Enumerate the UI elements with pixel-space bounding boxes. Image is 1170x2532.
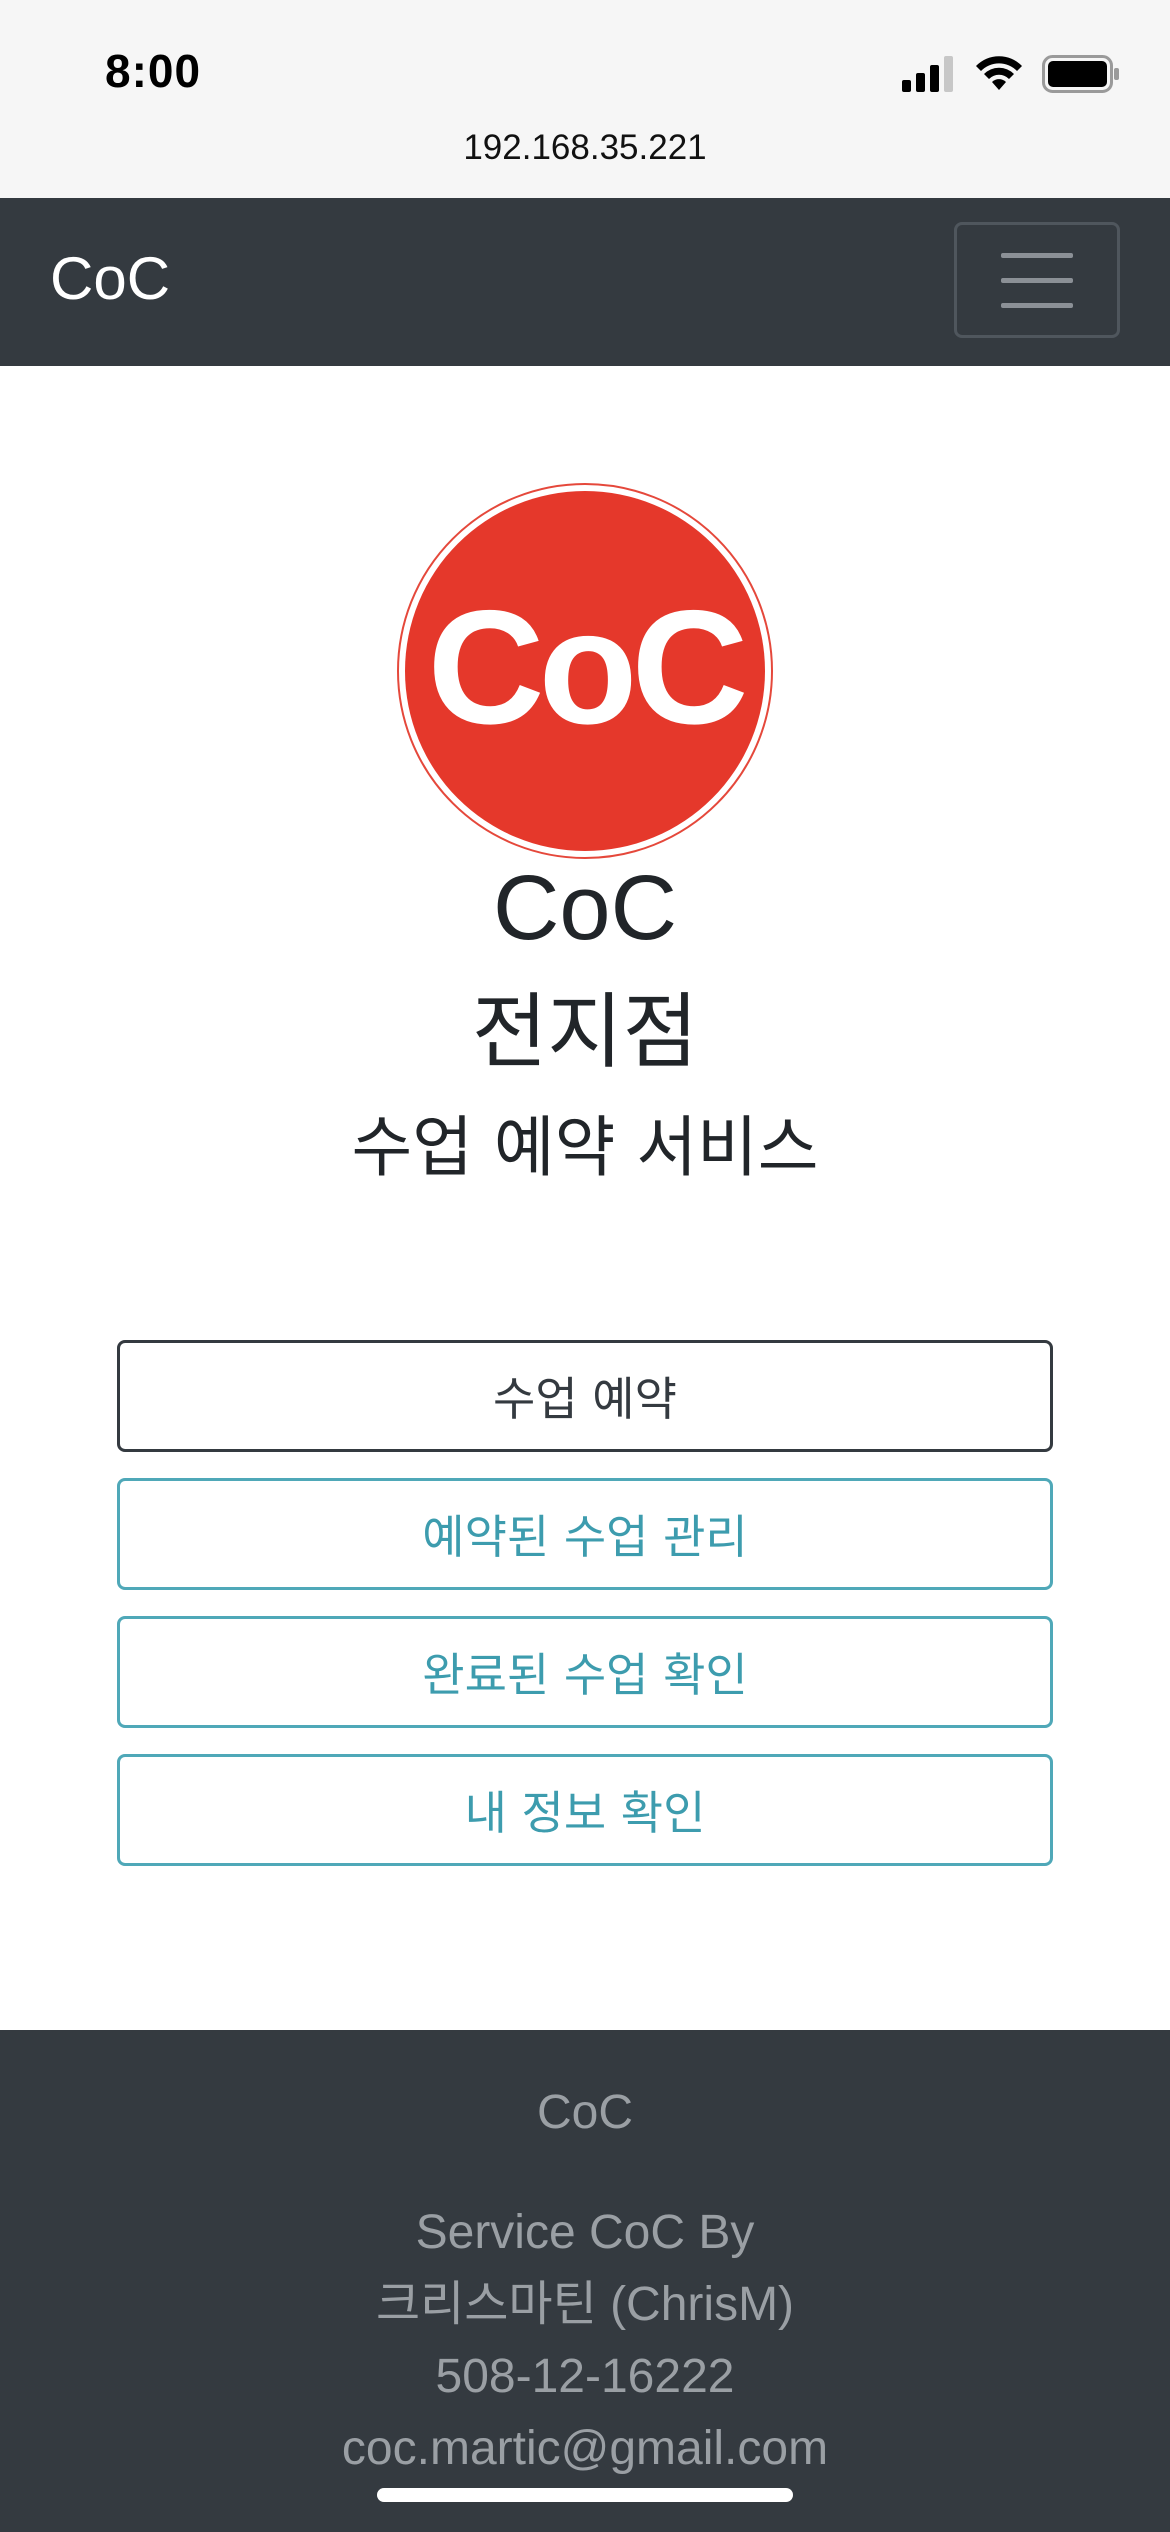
screen: 8:00 192.168.35.221 CoC CoC CoC 전지점 수업 예… xyxy=(0,0,1170,2532)
completed-classes-button[interactable]: 완료된 수업 확인 xyxy=(117,1616,1053,1728)
reserve-class-button[interactable]: 수업 예약 xyxy=(117,1340,1053,1452)
footer: CoC Service CoC By 크리스마틴 (ChrisM) 508-12… xyxy=(0,2030,1170,2532)
coc-logo-text: CoC xyxy=(427,577,749,758)
battery-icon xyxy=(1042,55,1119,93)
hero-title: CoC xyxy=(492,857,678,959)
hamburger-menu-icon-bar xyxy=(1001,302,1073,308)
url-bar[interactable]: 192.168.35.221 xyxy=(0,128,1170,168)
hero-service-name: 수업 예약 서비스 xyxy=(351,1109,819,1186)
status-icons xyxy=(902,52,1120,96)
cellular-signal-icon xyxy=(902,56,953,92)
hero-branch-name: 전지점 xyxy=(471,985,699,1080)
navbar-brand[interactable]: CoC xyxy=(50,244,170,313)
hamburger-menu-icon xyxy=(1001,252,1073,258)
wifi-icon xyxy=(976,56,1022,90)
footer-email[interactable]: coc.martic@gmail.com xyxy=(0,2420,1170,2478)
my-info-button[interactable]: 내 정보 확인 xyxy=(117,1754,1053,1866)
hamburger-menu-icon-bar xyxy=(1001,277,1073,283)
browser-status-area: 8:00 192.168.35.221 xyxy=(0,0,1170,198)
coc-logo: CoC xyxy=(397,483,773,859)
navbar: CoC xyxy=(0,198,1170,366)
coc-logo-circle: CoC xyxy=(405,491,765,851)
footer-author: 크리스마틴 (ChrisM) xyxy=(375,2278,795,2331)
manage-reserved-classes-button[interactable]: 예약된 수업 관리 xyxy=(117,1478,1053,1590)
footer-service-by: Service CoC By xyxy=(415,2206,755,2259)
status-time: 8:00 xyxy=(105,45,202,97)
footer-phone: 508-12-16222 xyxy=(435,2350,735,2403)
footer-brand: CoC xyxy=(536,2086,634,2139)
navbar-toggler-button[interactable] xyxy=(954,222,1120,338)
home-indicator[interactable] xyxy=(377,2488,793,2502)
